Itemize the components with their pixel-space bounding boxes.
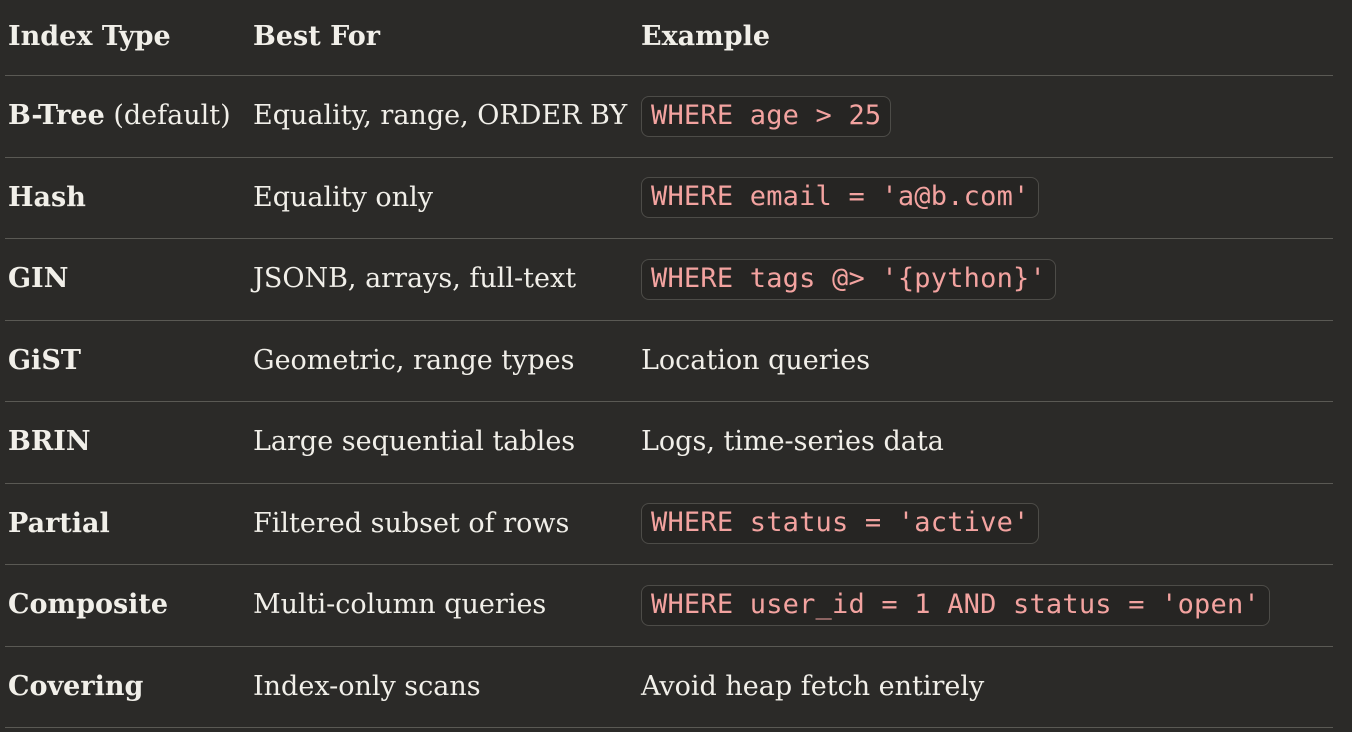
example-cell: WHERE age > 25 — [641, 95, 1333, 137]
example-cell: WHERE tags @> '{python}' — [641, 258, 1333, 300]
index-type-name: B-Tree — [8, 100, 105, 132]
example-code: WHERE age > 25 — [641, 95, 892, 137]
example-code: WHERE tags @> '{python}' — [641, 258, 1056, 300]
index-type-cell: Covering — [5, 671, 253, 703]
table-row: Hash Equality only WHERE email = 'a@b.co… — [5, 158, 1333, 239]
table-row: Composite Multi-column queries WHERE use… — [5, 565, 1333, 647]
example-cell: Logs, time-series data — [641, 426, 1333, 458]
example-text: Location queries — [641, 344, 871, 376]
table-header-row: Index Type Best For Example — [5, 0, 1333, 76]
header-best-for: Best For — [253, 21, 380, 53]
index-type-name: GIN — [8, 263, 69, 295]
index-type-name: Composite — [8, 589, 169, 621]
index-type-cell: Hash — [5, 182, 253, 214]
best-for-cell: Large sequential tables — [253, 426, 576, 458]
table-row: Covering Index-only scans Avoid heap fet… — [5, 647, 1333, 728]
best-for-cell: Equality only — [253, 181, 433, 213]
index-type-cell: GIN — [5, 263, 253, 295]
header-example: Example — [641, 21, 771, 53]
example-text: Avoid heap fetch entirely — [641, 670, 985, 702]
index-type-cell: Composite — [5, 589, 253, 621]
index-type-cell: Partial — [5, 508, 253, 540]
best-for-cell: JSONB, arrays, full-text — [253, 263, 577, 295]
index-type-cell: B-Tree (default) — [5, 100, 253, 132]
index-type-cell: BRIN — [5, 426, 253, 458]
example-cell: Avoid heap fetch entirely — [641, 671, 1333, 703]
example-cell: WHERE user_id = 1 AND status = 'open' — [641, 584, 1333, 626]
table-row: B-Tree (default) Equality, range, ORDER … — [5, 76, 1333, 158]
index-type-name: Covering — [8, 670, 144, 702]
example-code: WHERE status = 'active' — [641, 503, 1040, 545]
index-types-table: Index Type Best For Example B-Tree (defa… — [5, 0, 1333, 728]
index-type-name: Hash — [8, 181, 86, 213]
table-row: GIN JSONB, arrays, full-text WHERE tags … — [5, 239, 1333, 321]
index-type-name: GiST — [8, 344, 81, 376]
best-for-cell: Geometric, range types — [253, 344, 575, 376]
index-type-note: (default) — [104, 100, 231, 132]
example-cell: Location queries — [641, 345, 1333, 377]
example-cell: WHERE email = 'a@b.com' — [641, 177, 1333, 219]
index-type-cell: GiST — [5, 345, 253, 377]
best-for-cell: Multi-column queries — [253, 589, 547, 621]
table-row: BRIN Large sequential tables Logs, time-… — [5, 402, 1333, 484]
table-row: GiST Geometric, range types Location que… — [5, 321, 1333, 402]
index-type-name: BRIN — [8, 426, 91, 458]
table-row: Partial Filtered subset of rows WHERE st… — [5, 484, 1333, 565]
example-cell: WHERE status = 'active' — [641, 503, 1333, 545]
example-code: WHERE user_id = 1 AND status = 'open' — [641, 584, 1270, 626]
header-index-type: Index Type — [8, 21, 171, 53]
index-type-name: Partial — [8, 507, 110, 539]
best-for-cell: Filtered subset of rows — [253, 507, 570, 539]
best-for-cell: Equality, range, ORDER BY — [253, 100, 628, 132]
example-code: WHERE email = 'a@b.com' — [641, 177, 1040, 219]
best-for-cell: Index-only scans — [253, 670, 481, 702]
example-text: Logs, time-series data — [641, 426, 944, 458]
